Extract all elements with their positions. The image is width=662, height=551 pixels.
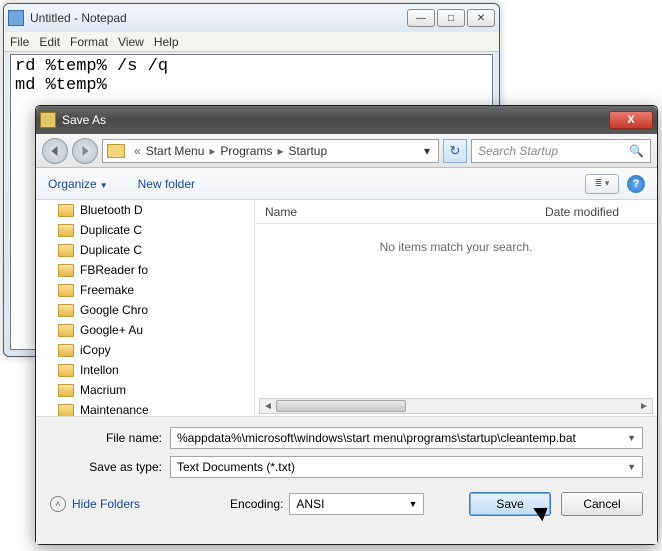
list-header[interactable]: Name Date modified: [255, 200, 657, 224]
view-button[interactable]: ≣ ▾: [585, 174, 619, 194]
file-list[interactable]: Name Date modified No items match your s…: [254, 200, 657, 416]
tree-item[interactable]: Duplicate C: [36, 240, 254, 260]
crumb-1[interactable]: Start Menu: [144, 144, 207, 158]
folder-icon: [107, 144, 125, 158]
crumb-2[interactable]: Programs: [218, 144, 274, 158]
folder-icon: [58, 344, 74, 357]
address-dropdown[interactable]: ▾: [420, 144, 434, 158]
scroll-thumb[interactable]: [276, 400, 406, 412]
refresh-button[interactable]: ↻: [443, 139, 467, 163]
tree-item[interactable]: Duplicate C: [36, 220, 254, 240]
saveas-title: Save As: [62, 113, 609, 127]
search-placeholder: Search Startup: [478, 144, 558, 158]
saveas-icon: [40, 112, 56, 128]
crumb-3[interactable]: Startup: [286, 144, 329, 158]
chevron-up-icon: ˄: [50, 496, 66, 512]
tree-item[interactable]: iCopy: [36, 340, 254, 360]
menu-view[interactable]: View: [118, 35, 144, 49]
nav-back-button[interactable]: [42, 138, 68, 164]
notepad-title: Untitled - Notepad: [30, 11, 407, 25]
folder-icon: [58, 384, 74, 397]
folder-icon: [58, 284, 74, 297]
col-date[interactable]: Date modified: [535, 205, 629, 219]
close-button[interactable]: ✕: [467, 9, 495, 27]
savetype-select[interactable]: Text Documents (*.txt)▼: [170, 456, 643, 478]
encoding-label: Encoding:: [230, 497, 283, 511]
new-folder-button[interactable]: New folder: [138, 177, 195, 191]
notepad-icon: [8, 10, 24, 26]
save-button[interactable]: Save: [469, 492, 551, 516]
address-bar[interactable]: « Start Menu ▸ Programs ▸ Startup ▾: [102, 139, 439, 163]
tree-item[interactable]: Maintenance: [36, 400, 254, 416]
tree-item[interactable]: Intellon: [36, 360, 254, 380]
folder-icon: [58, 264, 74, 277]
folder-icon: [58, 304, 74, 317]
maximize-button[interactable]: □: [437, 9, 465, 27]
empty-message: No items match your search.: [255, 240, 657, 254]
hide-folders-button[interactable]: ˄ Hide Folders: [50, 496, 140, 512]
tree-item[interactable]: Freemake: [36, 280, 254, 300]
tree-item[interactable]: Macrium: [36, 380, 254, 400]
scroll-right-icon[interactable]: ►: [636, 401, 652, 412]
nav-forward-button[interactable]: [72, 138, 98, 164]
menu-format[interactable]: Format: [70, 35, 108, 49]
filename-label: File name:: [50, 431, 170, 445]
scroll-left-icon[interactable]: ◄: [260, 401, 276, 412]
folder-icon: [58, 404, 74, 417]
cancel-button[interactable]: Cancel: [561, 492, 643, 516]
folder-icon: [58, 224, 74, 237]
folder-icon: [58, 324, 74, 337]
saveas-close-button[interactable]: X: [609, 111, 653, 129]
save-as-dialog: Save As X « Start Menu ▸ Programs ▸ Star…: [35, 105, 658, 545]
minimize-button[interactable]: —: [407, 9, 435, 27]
tree-item[interactable]: FBReader fo: [36, 260, 254, 280]
menu-edit[interactable]: Edit: [39, 35, 60, 49]
saveas-titlebar[interactable]: Save As X: [36, 106, 657, 134]
tree-item[interactable]: Bluetooth D: [36, 200, 254, 220]
organize-button[interactable]: Organize▼: [48, 177, 108, 191]
help-button[interactable]: ?: [627, 175, 645, 193]
toolbar: Organize▼ New folder ≣ ▾ ?: [36, 168, 657, 200]
folder-icon: [58, 364, 74, 377]
notepad-titlebar[interactable]: Untitled - Notepad — □ ✕: [4, 4, 499, 32]
nav-bar: « Start Menu ▸ Programs ▸ Startup ▾ ↻ Se…: [36, 134, 657, 168]
folder-icon: [58, 204, 74, 217]
bottom-panel: File name: %appdata%\microsoft\windows\s…: [36, 416, 657, 544]
filename-input[interactable]: %appdata%\microsoft\windows\start menu\p…: [170, 427, 643, 449]
tree-item[interactable]: Google+ Au: [36, 320, 254, 340]
search-icon: 🔍: [629, 144, 644, 158]
notepad-menubar: File Edit Format View Help: [4, 32, 499, 52]
savetype-label: Save as type:: [50, 460, 170, 474]
folder-icon: [58, 244, 74, 257]
search-input[interactable]: Search Startup 🔍: [471, 139, 651, 163]
folder-tree[interactable]: Bluetooth D Duplicate C Duplicate C FBRe…: [36, 200, 254, 416]
encoding-select[interactable]: ANSI▼: [289, 493, 424, 515]
menu-file[interactable]: File: [10, 35, 29, 49]
menu-help[interactable]: Help: [154, 35, 179, 49]
col-name[interactable]: Name: [255, 205, 535, 219]
tree-item[interactable]: Google Chro: [36, 300, 254, 320]
horizontal-scrollbar[interactable]: ◄ ►: [259, 398, 653, 414]
